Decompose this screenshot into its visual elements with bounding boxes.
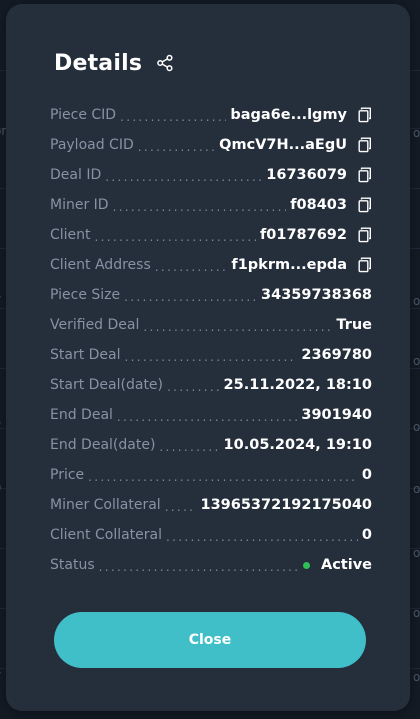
dot-leader: ........................................… xyxy=(166,529,358,544)
detail-row: End Deal(date)..........................… xyxy=(50,430,372,460)
modal-header: Details xyxy=(54,48,174,78)
copy-icon[interactable] xyxy=(358,137,372,153)
status-value: Active xyxy=(320,557,372,573)
modal-title: Details xyxy=(54,50,143,76)
detail-row: Miner ID................................… xyxy=(50,190,372,220)
detail-row: Start Deal..............................… xyxy=(50,340,372,370)
detail-label: Piece Size xyxy=(50,287,121,303)
background-cell-fragment: v xyxy=(0,418,1,432)
dot-leader: ........................................… xyxy=(154,259,228,274)
detail-value: 0 xyxy=(361,527,372,543)
dot-leader: ........................................… xyxy=(94,229,256,244)
details-modal: Details Piece CID.......................… xyxy=(6,4,410,711)
share-icon[interactable] xyxy=(156,54,174,72)
close-button[interactable]: Close xyxy=(54,612,366,668)
detail-label: Client Address xyxy=(50,257,151,273)
detail-value: baga6e...lgmy xyxy=(230,107,347,123)
detail-value: 2369780 xyxy=(301,347,372,363)
detail-label: Verified Deal xyxy=(50,317,140,333)
dot-leader: ........................................… xyxy=(116,409,297,424)
copy-icon[interactable] xyxy=(358,227,372,243)
detail-label: Piece CID xyxy=(50,107,117,123)
detail-label: Miner ID xyxy=(50,197,109,213)
dot-leader: ........................................… xyxy=(159,439,219,454)
background-cell-fragment: on xyxy=(413,606,420,620)
background-cell-fragment: o xyxy=(0,480,1,494)
detail-value: QmcV7H...aEgU xyxy=(219,137,347,153)
background-cell-fragment: c xyxy=(0,544,1,558)
detail-label: Price xyxy=(50,467,85,483)
dot-leader: ........................................… xyxy=(167,379,220,394)
detail-row: Client Collateral.......................… xyxy=(50,520,372,550)
background-cell-fragment: on xyxy=(413,354,420,368)
status-dot-icon xyxy=(302,561,310,569)
detail-label: Start Deal(date) xyxy=(50,377,164,393)
detail-row: Status..................................… xyxy=(50,550,372,580)
detail-value: f1pkrm...epda xyxy=(231,257,347,273)
detail-label: Deal ID xyxy=(50,167,102,183)
dot-leader: ........................................… xyxy=(137,139,215,154)
detail-row: Deal ID.................................… xyxy=(50,160,372,190)
background-cell-fragment: y xyxy=(0,668,1,682)
detail-row: Client Address..........................… xyxy=(50,250,372,280)
dot-leader: ........................................… xyxy=(98,559,299,574)
detail-value: f01787692 xyxy=(259,227,347,243)
detail-label: Payload CID xyxy=(50,137,134,153)
detail-label: End Deal(date) xyxy=(50,437,156,453)
detail-row: Piece Size..............................… xyxy=(50,280,372,310)
background-cell-fragment: on xyxy=(413,126,420,140)
detail-row: Piece CID...............................… xyxy=(50,100,372,130)
detail-label: End Deal xyxy=(50,407,113,423)
detail-value: 13965372192175040 xyxy=(200,497,372,513)
background-cell-fragment: on xyxy=(413,670,420,684)
detail-label: Client xyxy=(50,227,91,243)
detail-value: 16736079 xyxy=(266,167,347,183)
dot-leader: ........................................… xyxy=(105,169,262,184)
dot-leader: ........................................… xyxy=(124,349,298,364)
background-cell-fragment: on xyxy=(413,294,420,308)
detail-row: Verified Deal...........................… xyxy=(50,310,372,340)
detail-row: End Deal................................… xyxy=(50,400,372,430)
background-cell-fragment: on xyxy=(413,546,420,560)
dot-leader: ........................................… xyxy=(88,469,358,484)
copy-icon[interactable] xyxy=(358,197,372,213)
dot-leader: ........................................… xyxy=(143,319,333,334)
copy-icon[interactable] xyxy=(358,107,372,123)
details-list: Piece CID...............................… xyxy=(50,100,372,580)
detail-value: 0 xyxy=(361,467,372,483)
detail-value: 34359738368 xyxy=(261,287,372,303)
detail-label: Miner Collateral xyxy=(50,497,161,513)
background-cell-fragment: c xyxy=(0,352,1,366)
dot-leader: ........................................… xyxy=(164,499,197,514)
dot-leader: ........................................… xyxy=(112,199,287,214)
dot-leader: ........................................… xyxy=(120,109,227,124)
detail-label: Start Deal xyxy=(50,347,121,363)
detail-row: Payload CID.............................… xyxy=(50,130,372,160)
detail-value: True xyxy=(336,317,372,333)
detail-row: Start Deal(date)........................… xyxy=(50,370,372,400)
detail-value: f08403 xyxy=(290,197,347,213)
detail-label: Client Collateral xyxy=(50,527,163,543)
detail-value: 25.11.2022, 18:10 xyxy=(223,377,372,393)
detail-row: Price...................................… xyxy=(50,460,372,490)
detail-row: Miner Collateral........................… xyxy=(50,490,372,520)
background-cell-fragment: v xyxy=(0,292,1,306)
background-cell-fragment: on xyxy=(413,420,420,434)
copy-icon[interactable] xyxy=(358,167,372,183)
detail-value: 3901940 xyxy=(301,407,372,423)
copy-icon[interactable] xyxy=(358,257,372,273)
detail-value: 10.05.2024, 19:10 xyxy=(223,437,372,453)
dot-leader: ........................................… xyxy=(124,289,257,304)
background-cell-fragment: on xyxy=(413,482,420,496)
detail-row: Client..................................… xyxy=(50,220,372,250)
detail-label: Status xyxy=(50,557,95,573)
